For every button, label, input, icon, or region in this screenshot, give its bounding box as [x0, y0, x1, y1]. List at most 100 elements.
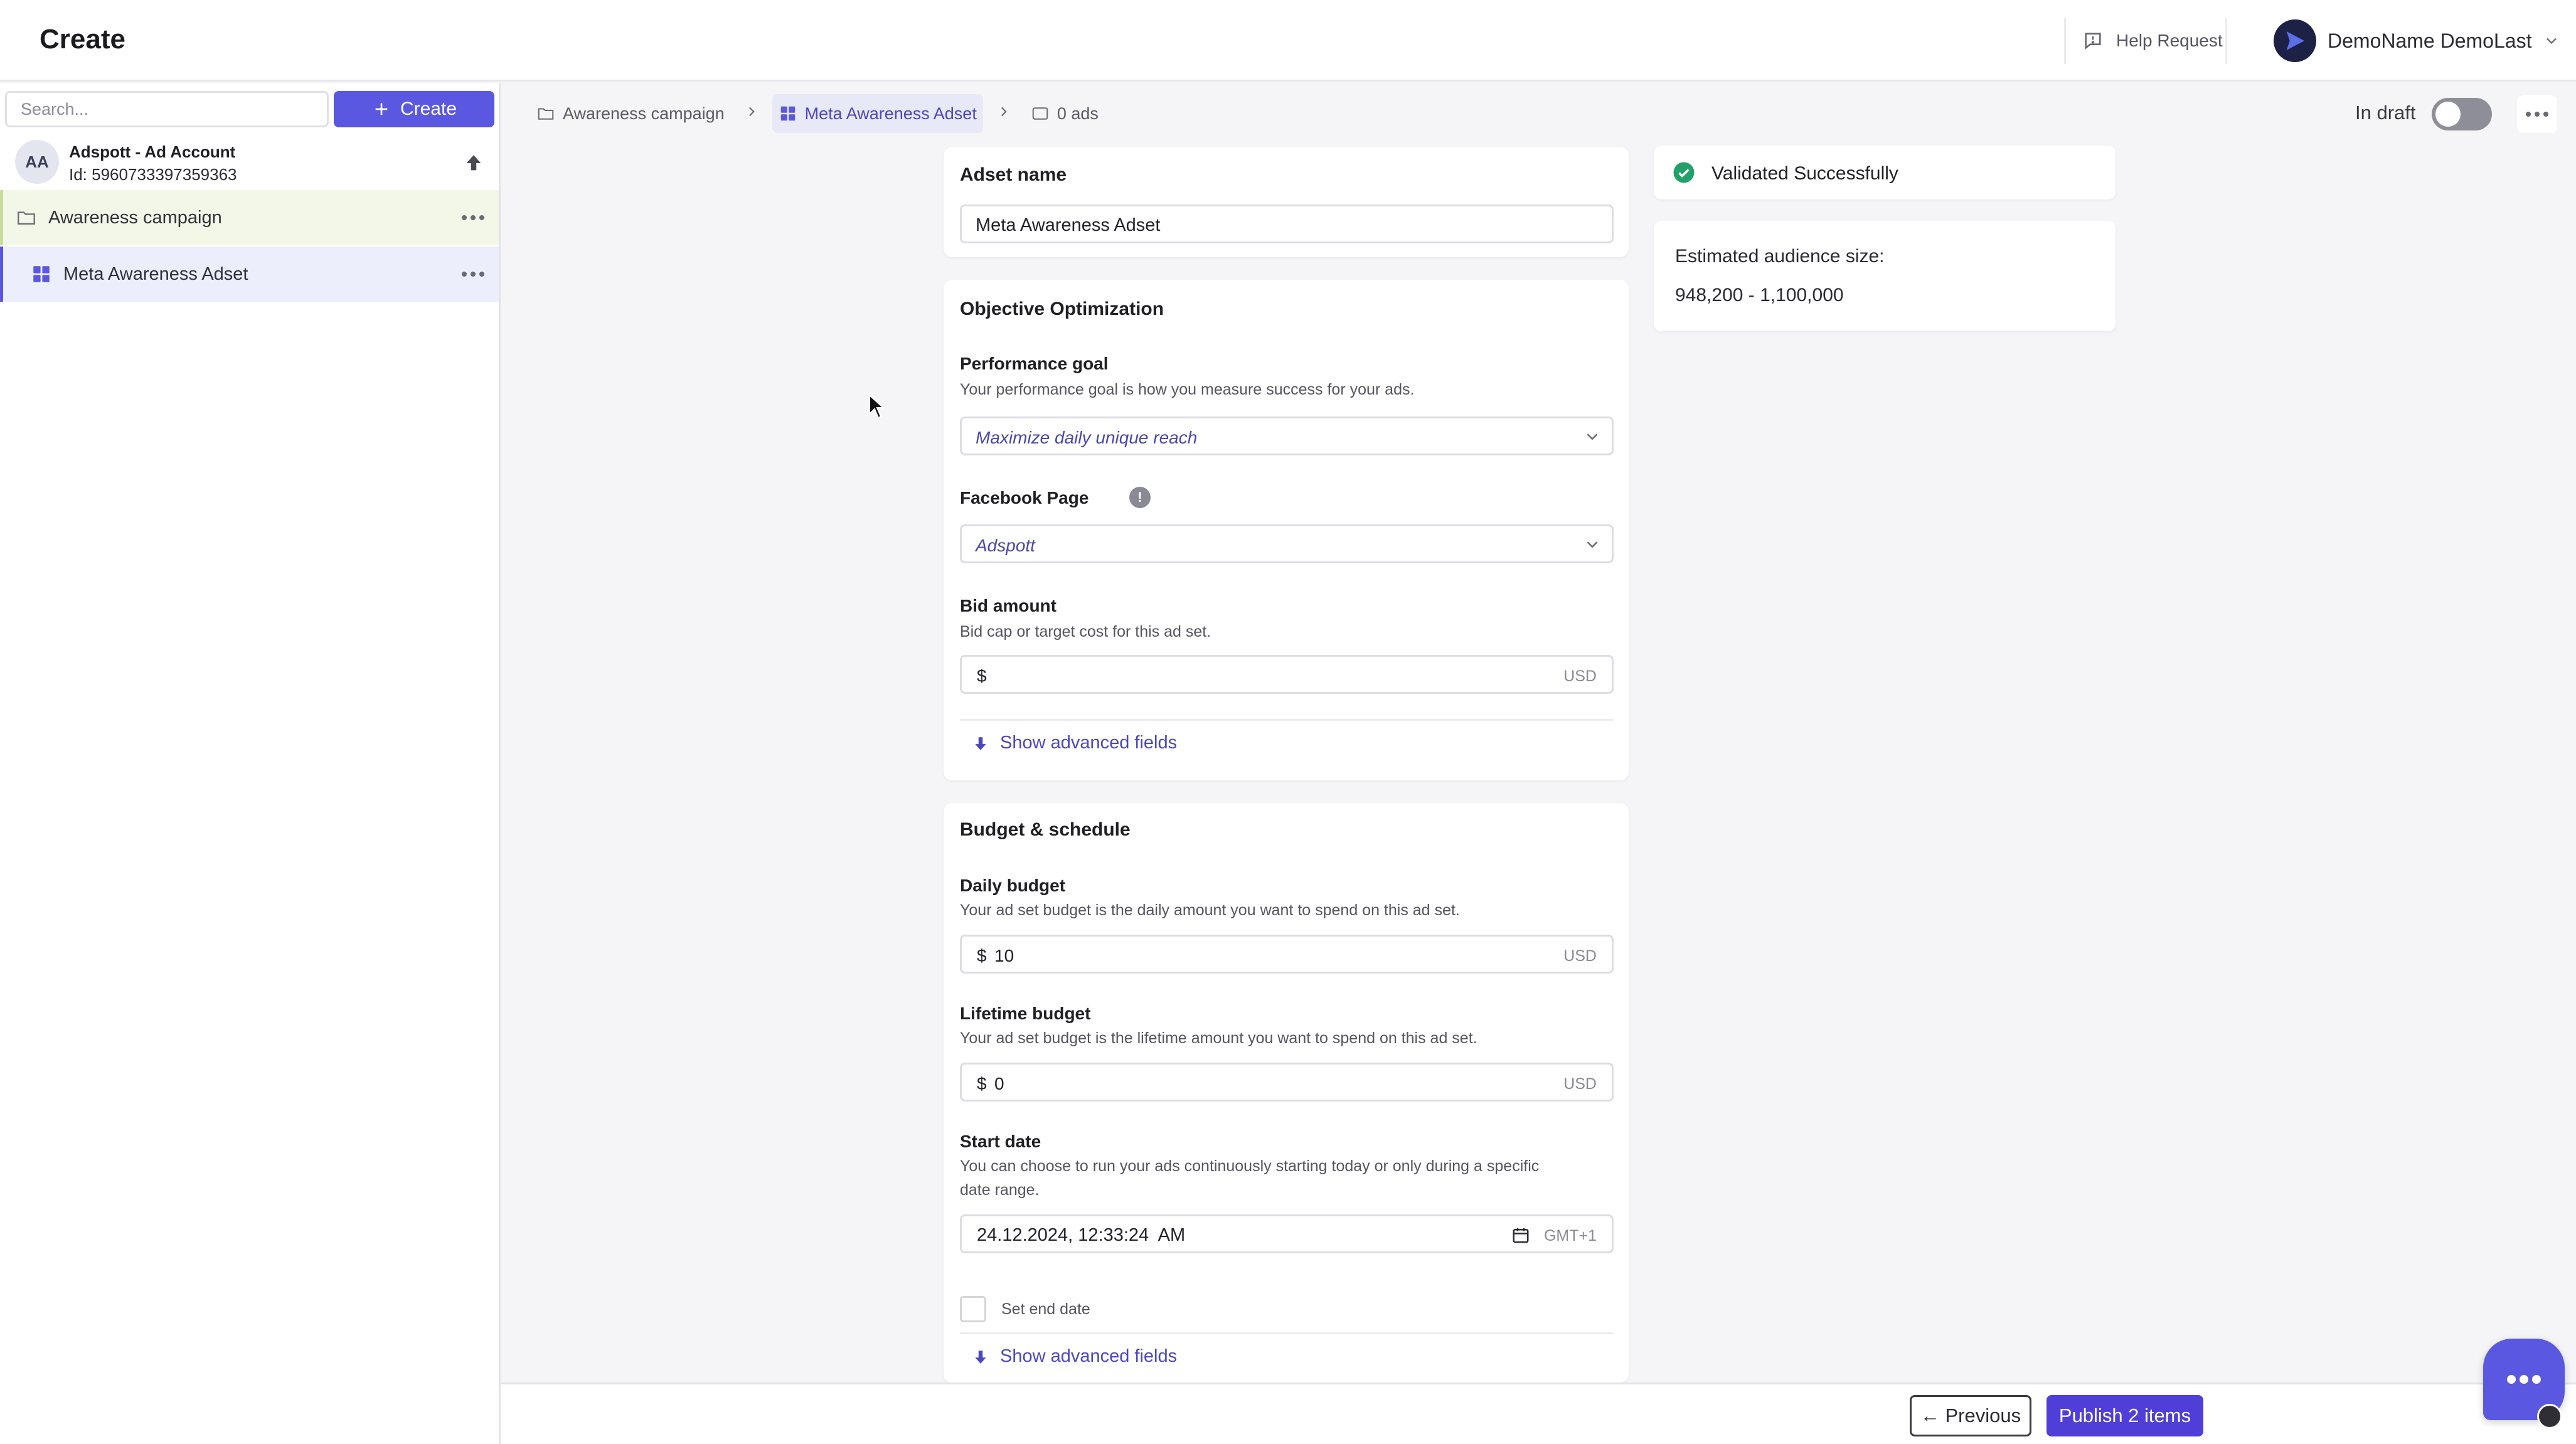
- budget-schedule-title: Budget & schedule: [960, 819, 1131, 840]
- breadcrumb-adset-label: Meta Awareness Adset: [804, 104, 977, 123]
- arrow-down-icon: [975, 1350, 986, 1364]
- help-request-button[interactable]: Help Request: [2064, 18, 2227, 64]
- bid-amount-field[interactable]: $ USD: [960, 655, 1614, 694]
- chat-dots-icon: [2507, 1375, 2541, 1384]
- ad-rectangle-icon: [1032, 107, 1048, 120]
- chevron-down-icon: [1587, 433, 1598, 440]
- plus-icon: [375, 103, 388, 115]
- show-advanced-fields-link[interactable]: Show advanced fields: [972, 1346, 1177, 1367]
- currency-symbol: $: [977, 1074, 987, 1093]
- grid-icon: [33, 266, 50, 282]
- avatar: [2274, 19, 2316, 62]
- folder-icon: [18, 211, 35, 225]
- daily-budget-label: Daily budget: [960, 876, 1066, 895]
- account-id: Id: 5960733397359363: [69, 165, 237, 184]
- chevron-down-icon: [1587, 541, 1598, 548]
- calendar-icon[interactable]: [1511, 1226, 1530, 1245]
- performance-goal-value: Maximize daily unique reach: [976, 428, 1198, 447]
- performance-goal-help: Your performance goal is how you measure…: [960, 381, 1415, 398]
- breadcrumb-campaign[interactable]: Awareness campaign: [530, 94, 731, 133]
- timezone-label: GMT+1: [1543, 1227, 1597, 1245]
- breadcrumb-ads-label: 0 ads: [1056, 104, 1099, 123]
- lifetime-budget-field[interactable]: $ 0 USD: [960, 1063, 1614, 1102]
- breadcrumb-adset[interactable]: Meta Awareness Adset: [772, 94, 983, 133]
- objective-title: Objective Optimization: [960, 299, 1164, 319]
- adset-name-field[interactable]: Meta Awareness Adset: [960, 204, 1614, 243]
- adset-name-value: Meta Awareness Adset: [976, 215, 1161, 235]
- sidebar-item-adset[interactable]: Meta Awareness Adset: [0, 247, 499, 302]
- facebook-page-label: Facebook Page: [960, 488, 1089, 507]
- start-date-label: Start date: [960, 1132, 1041, 1151]
- ellipsis-icon: [462, 272, 484, 277]
- create-button-label: Create: [400, 98, 457, 119]
- performance-goal-label: Performance goal: [960, 354, 1109, 373]
- breadcrumb-separator: [743, 104, 760, 124]
- help-request-label: Help Request: [2116, 31, 2223, 50]
- footer-bar: ← Previous Publish 2 items: [501, 1383, 2576, 1444]
- bid-amount-label: Bid amount: [960, 596, 1056, 615]
- info-icon[interactable]: !: [1129, 487, 1151, 508]
- user-menu[interactable]: DemoName DemoLast: [2274, 18, 2560, 64]
- start-date-help-1: You can choose to run your ads continuou…: [960, 1157, 1540, 1175]
- currency-unit: USD: [1563, 667, 1597, 685]
- folder-icon: [538, 108, 554, 120]
- top-bar: Create Help Request DemoName DemoLast: [0, 0, 2576, 82]
- draft-status-label: In draft: [2355, 102, 2416, 124]
- send-arrow-icon: [2286, 31, 2304, 50]
- sidebar-item-label: Meta Awareness Adset: [63, 263, 248, 284]
- adset-name-card: Adset name Meta Awareness Adset: [944, 147, 1629, 257]
- facebook-page-select[interactable]: Adspott: [960, 524, 1614, 563]
- validation-status: Validated Successfully: [1711, 163, 1898, 184]
- previous-button[interactable]: ← Previous: [1910, 1395, 2031, 1436]
- ellipsis-icon: [2526, 112, 2548, 117]
- user-name: DemoName DemoLast: [2328, 29, 2532, 52]
- show-advanced-fields-label: Show advanced fields: [1000, 1346, 1178, 1366]
- set-end-date-checkbox[interactable]: [960, 1296, 986, 1322]
- chevron-down-icon: [2547, 38, 2557, 45]
- account-name: Adspott - Ad Account: [69, 142, 236, 161]
- currency-symbol: $: [977, 666, 987, 686]
- start-date-value: 24.12.2024, 12:33:24 AM: [977, 1225, 1186, 1245]
- ellipsis-icon: [462, 215, 484, 220]
- chevron-right-icon: [748, 107, 755, 116]
- daily-budget-help: Your ad set budget is the daily amount y…: [960, 901, 1460, 919]
- breadcrumb-separator: [996, 104, 1012, 124]
- budget-schedule-card: Budget & schedule Daily budget Your ad s…: [944, 803, 1629, 1383]
- lifetime-budget-value: 0: [994, 1074, 1004, 1093]
- mouse-cursor-icon: [869, 394, 885, 419]
- arrow-down-icon: [975, 736, 986, 750]
- currency-unit: USD: [1563, 947, 1597, 965]
- upload-arrow-icon[interactable]: [463, 152, 484, 174]
- objective-card: Objective Optimization Performance goal …: [944, 280, 1629, 780]
- breadcrumb-campaign-label: Awareness campaign: [563, 104, 725, 123]
- validation-card: Validated Successfully: [1654, 146, 2116, 199]
- more-options-button[interactable]: [456, 262, 490, 287]
- ad-account: AA Adspott - Ad Account Id: 596073339735…: [0, 132, 499, 193]
- start-date-field[interactable]: 24.12.2024, 12:33:24 AM GMT+1: [960, 1214, 1614, 1253]
- account-avatar: AA: [15, 140, 59, 184]
- search-input[interactable]: [5, 91, 329, 127]
- breadcrumb: Awareness campaign Meta Awareness Adset …: [530, 94, 1105, 133]
- daily-budget-value: 10: [994, 946, 1014, 965]
- chat-status-badge: [2537, 1404, 2562, 1429]
- performance-goal-select[interactable]: Maximize daily unique reach: [960, 417, 1614, 455]
- more-options-button[interactable]: [456, 205, 490, 230]
- currency-unit: USD: [1563, 1075, 1597, 1093]
- show-advanced-fields-label: Show advanced fields: [1000, 733, 1178, 753]
- lifetime-budget-label: Lifetime budget: [960, 1004, 1091, 1023]
- create-button[interactable]: Create: [334, 91, 494, 127]
- publish-button[interactable]: Publish 2 items: [2046, 1395, 2203, 1436]
- sidebar-item-campaign[interactable]: Awareness campaign: [0, 190, 499, 245]
- daily-budget-field[interactable]: $ 10 USD: [960, 935, 1614, 974]
- message-alert-icon: [2085, 33, 2101, 50]
- sidebar: Create AA Adspott - Ad Account Id: 59607…: [0, 83, 501, 1444]
- draft-toggle[interactable]: [2432, 98, 2492, 130]
- audience-size-label: Estimated audience size:: [1675, 246, 1885, 267]
- grid-icon: [780, 106, 795, 121]
- start-date-help-2: date range.: [960, 1181, 1040, 1199]
- show-advanced-fields-link[interactable]: Show advanced fields: [972, 733, 1177, 753]
- divider: [960, 719, 1614, 721]
- breadcrumb-ads[interactable]: 0 ads: [1025, 94, 1105, 133]
- bid-amount-help: Bid cap or target cost for this ad set.: [960, 623, 1211, 640]
- more-actions-button[interactable]: [2517, 95, 2557, 133]
